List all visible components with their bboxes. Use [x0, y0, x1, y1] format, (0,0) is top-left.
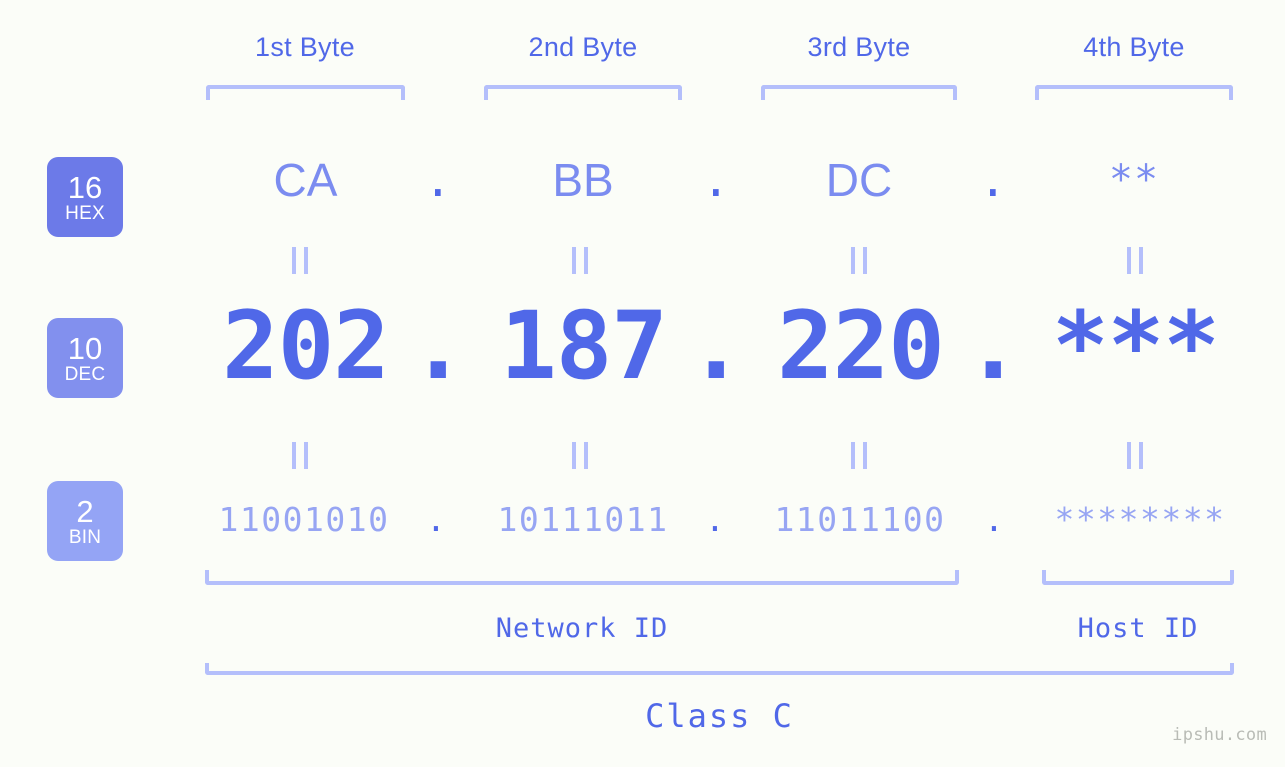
- base-badge-dec-name: DEC: [64, 363, 106, 385]
- base-badge-hex-number: 16: [67, 169, 103, 205]
- bin-separator-2: .: [705, 500, 725, 539]
- host-id-bracket: [1042, 570, 1234, 585]
- base-badge-dec: 10 DEC: [47, 318, 123, 398]
- bin-separator-1: .: [426, 500, 446, 539]
- equals-sign-dec-bin-1: [292, 442, 308, 469]
- dec-separator-2: .: [688, 292, 745, 401]
- dec-byte-1: 202: [222, 292, 390, 401]
- site-watermark: ipshu.com: [1172, 725, 1267, 745]
- hex-separator-1: .: [424, 153, 452, 207]
- base-badge-bin: 2 BIN: [47, 481, 123, 561]
- hex-byte-4: **: [1108, 157, 1160, 203]
- base-badge-bin-number: 2: [76, 493, 94, 529]
- byte-header-2: 2nd Byte: [528, 32, 638, 62]
- byte-bracket-3: [761, 85, 957, 100]
- byte-header-3: 3rd Byte: [807, 32, 911, 62]
- hex-byte-1: CA: [273, 154, 338, 206]
- base-badge-hex: 16 HEX: [47, 157, 123, 237]
- base-badge-dec-number: 10: [67, 330, 103, 366]
- byte-header-4: 4th Byte: [1083, 32, 1185, 62]
- bin-separator-3: .: [984, 500, 1004, 539]
- equals-sign-dec-bin-2: [572, 442, 588, 469]
- bin-byte-2: 10111011: [497, 500, 669, 539]
- dec-byte-4: ***: [1052, 292, 1220, 401]
- dec-separator-1: .: [410, 292, 467, 401]
- bin-byte-4: ********: [1054, 500, 1226, 539]
- dec-byte-2: 187: [500, 292, 668, 401]
- base-badge-hex-name: HEX: [65, 202, 105, 224]
- hex-separator-2: .: [702, 153, 730, 207]
- bin-byte-3: 11011100: [774, 500, 946, 539]
- dec-byte-3: 220: [777, 292, 945, 401]
- equals-sign-hex-dec-2: [572, 247, 588, 274]
- equals-sign-hex-dec-3: [851, 247, 867, 274]
- ip-breakdown-diagram: 1st Byte 2nd Byte 3rd Byte 4th Byte 16 H…: [0, 0, 1285, 767]
- equals-sign-hex-dec-4: [1127, 247, 1143, 274]
- equals-sign-hex-dec-1: [292, 247, 308, 274]
- byte-bracket-1: [206, 85, 405, 100]
- byte-header-1: 1st Byte: [255, 32, 355, 62]
- byte-bracket-4: [1035, 85, 1233, 100]
- class-label: Class C: [645, 697, 794, 735]
- hex-byte-2: BB: [552, 154, 614, 206]
- hex-separator-3: .: [979, 153, 1007, 207]
- byte-bracket-2: [484, 85, 682, 100]
- network-id-bracket: [205, 570, 959, 585]
- bin-byte-1: 11001010: [218, 500, 390, 539]
- class-bracket: [205, 663, 1234, 675]
- dec-separator-3: .: [965, 292, 1022, 401]
- equals-sign-dec-bin-3: [851, 442, 867, 469]
- equals-sign-dec-bin-4: [1127, 442, 1143, 469]
- base-badge-bin-name: BIN: [68, 526, 102, 548]
- host-id-label: Host ID: [1077, 613, 1199, 644]
- network-id-label: Network ID: [495, 613, 669, 644]
- hex-byte-3: DC: [825, 154, 893, 206]
